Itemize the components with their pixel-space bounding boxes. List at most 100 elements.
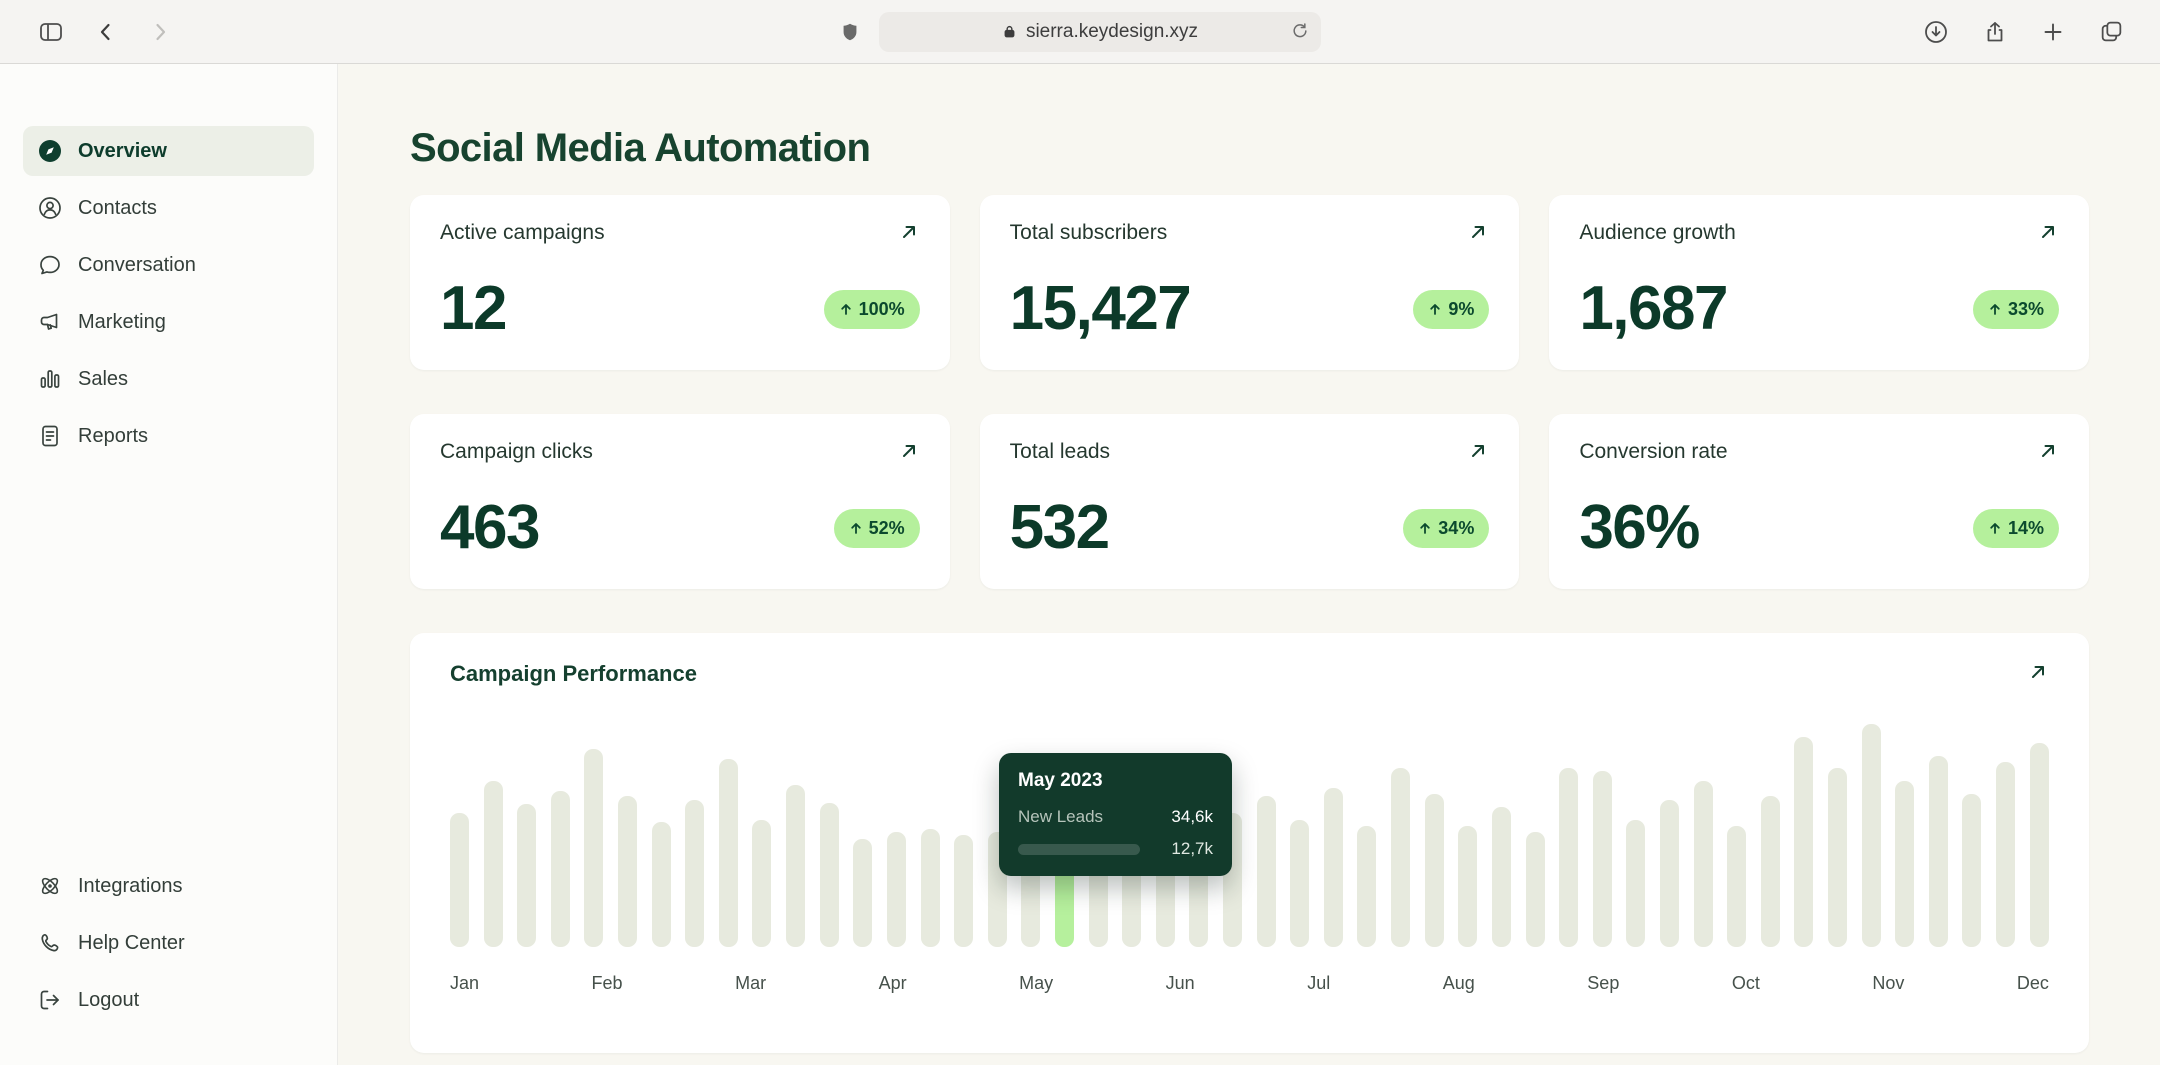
change-value: 34%: [1438, 518, 1474, 539]
stat-card-active-campaigns: Active campaigns 12 100%: [410, 195, 950, 370]
arrow-up-right-icon[interactable]: [2037, 221, 2059, 243]
sidebar-item-logout[interactable]: Logout: [23, 975, 314, 1025]
change-badge: 100%: [824, 290, 920, 329]
sidebar-item-label: Overview: [78, 140, 167, 163]
bar[interactable]: [887, 832, 906, 947]
bar[interactable]: [1794, 737, 1813, 947]
chart-title: Campaign Performance: [450, 661, 697, 687]
share-icon[interactable]: [1983, 20, 2007, 44]
bar[interactable]: [1559, 768, 1578, 947]
tooltip-title: May 2023: [1018, 770, 1213, 792]
change-badge: 9%: [1413, 290, 1489, 329]
bar[interactable]: [517, 804, 536, 947]
forward-icon[interactable]: [148, 20, 172, 44]
downloads-icon[interactable]: [1923, 19, 1949, 45]
arrow-up-right-icon[interactable]: [1467, 440, 1489, 462]
bar[interactable]: [1526, 832, 1545, 947]
bar[interactable]: [1727, 826, 1746, 947]
arrow-up-right-icon[interactable]: [2037, 440, 2059, 462]
stat-value: 463: [440, 497, 539, 559]
tab-overview-icon[interactable]: [2099, 19, 2124, 44]
bar[interactable]: [1593, 771, 1612, 947]
bar[interactable]: [1492, 807, 1511, 947]
bar[interactable]: [786, 785, 805, 947]
bar[interactable]: [1290, 820, 1309, 947]
stats-grid: Active campaigns 12 100% Total subscribe…: [410, 195, 2089, 589]
bar[interactable]: [1458, 826, 1477, 947]
month-label: Feb: [592, 973, 623, 994]
bar[interactable]: [1962, 794, 1981, 947]
sidebar-item-contacts[interactable]: Contacts: [23, 183, 314, 233]
bar[interactable]: [954, 835, 973, 947]
bar[interactable]: [1324, 788, 1343, 947]
sidebar-item-conversation[interactable]: Conversation: [23, 240, 314, 290]
change-value: 14%: [2008, 518, 2044, 539]
sidebar-item-sales[interactable]: Sales: [23, 354, 314, 404]
tooltip-value-1: 34,6k: [1171, 807, 1213, 827]
arrow-up-right-icon[interactable]: [1467, 221, 1489, 243]
privacy-shield-icon[interactable]: [839, 21, 861, 43]
month-label: Aug: [1443, 973, 1475, 994]
bar[interactable]: [484, 781, 503, 947]
bar[interactable]: [1257, 796, 1276, 947]
bar[interactable]: [820, 803, 839, 947]
browser-chrome: sierra.keydesign.xyz: [0, 0, 2160, 64]
bar[interactable]: [1357, 826, 1376, 947]
new-tab-icon[interactable]: [2041, 20, 2065, 44]
sidebar-item-label: Integrations: [78, 875, 183, 898]
bar[interactable]: [450, 813, 469, 947]
stat-card-conversion-rate: Conversion rate 36% 14%: [1549, 414, 2089, 589]
bar[interactable]: [1391, 768, 1410, 947]
bar[interactable]: [1996, 762, 2015, 947]
reload-icon[interactable]: [1290, 21, 1310, 41]
bar[interactable]: [618, 796, 637, 947]
arrow-up-right-icon[interactable]: [898, 221, 920, 243]
arrow-up-right-icon[interactable]: [2027, 661, 2049, 683]
sidebar-item-overview[interactable]: Overview: [23, 126, 314, 176]
sidebar-item-label: Logout: [78, 989, 139, 1012]
sidebar-item-label: Help Center: [78, 932, 185, 955]
sidebar: Overview Contacts Conversation: [0, 64, 338, 1065]
phone-icon: [37, 930, 63, 956]
overview-icon: [37, 138, 63, 164]
bar[interactable]: [1828, 768, 1847, 947]
bar[interactable]: [2030, 743, 2049, 947]
bar[interactable]: [719, 759, 738, 947]
stat-label: Total leads: [1010, 440, 1110, 464]
bar[interactable]: [1626, 820, 1645, 947]
bar[interactable]: [584, 749, 603, 947]
back-icon[interactable]: [94, 20, 118, 44]
bar[interactable]: [1929, 756, 1948, 947]
sidebar-toggle-icon[interactable]: [38, 19, 64, 45]
sidebar-item-reports[interactable]: Reports: [23, 411, 314, 461]
bar[interactable]: [1425, 794, 1444, 947]
bar[interactable]: [752, 820, 771, 947]
bar-chart-bars: [450, 703, 2049, 947]
bar[interactable]: [853, 839, 872, 947]
stat-label: Conversion rate: [1579, 440, 1727, 464]
bar[interactable]: [685, 800, 704, 947]
arrow-up-icon: [1428, 302, 1442, 316]
bar[interactable]: [1761, 796, 1780, 947]
bar[interactable]: [1694, 781, 1713, 947]
sidebar-item-help-center[interactable]: Help Center: [23, 918, 314, 968]
bar[interactable]: [1895, 781, 1914, 947]
change-value: 100%: [859, 299, 905, 320]
month-label: Jun: [1166, 973, 1195, 994]
address-bar[interactable]: sierra.keydesign.xyz: [879, 12, 1321, 52]
arrow-up-right-icon[interactable]: [898, 440, 920, 462]
bar[interactable]: [652, 822, 671, 947]
sidebar-item-integrations[interactable]: Integrations: [23, 861, 314, 911]
sidebar-item-label: Reports: [78, 425, 148, 448]
stat-card-campaign-clicks: Campaign clicks 463 52%: [410, 414, 950, 589]
arrow-up-icon: [1988, 302, 2002, 316]
url-text: sierra.keydesign.xyz: [1026, 21, 1198, 43]
bar[interactable]: [1862, 724, 1881, 947]
bar[interactable]: [551, 791, 570, 947]
sidebar-item-marketing[interactable]: Marketing: [23, 297, 314, 347]
bar[interactable]: [1660, 800, 1679, 947]
sidebar-footer: Integrations Help Center: [0, 861, 337, 1025]
sidebar-nav: Overview Contacts Conversation: [0, 126, 337, 461]
stat-value: 12: [440, 278, 506, 340]
bar[interactable]: [921, 829, 940, 947]
